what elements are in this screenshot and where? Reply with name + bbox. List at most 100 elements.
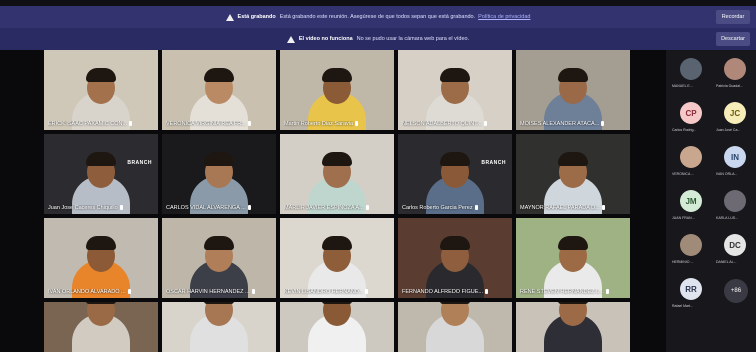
avatar-name: JUAN FRAN... — [672, 216, 695, 220]
video-tile[interactable]: MAYNOR RAFAEL PARADA D... — [516, 134, 630, 214]
video-tile[interactable]: RENE STEVEN HERNANDEZ L... — [516, 218, 630, 298]
participant-hair — [440, 152, 470, 166]
participant-name-label: MARLIR JAVIER ESPINOZA A... — [284, 205, 369, 211]
participant-avatar-item[interactable]: HERMINIO ... — [670, 230, 714, 274]
brand-logo: BRANCH — [127, 160, 152, 166]
video-tile[interactable] — [44, 302, 158, 352]
participant-hair — [86, 152, 116, 166]
video-tile[interactable]: OSCAR HARVIN HERNANDEZ ... — [162, 218, 276, 298]
participant-name-label: Juan Jose Caceres Chiquillo — [48, 205, 123, 211]
participant-name-label: NELSON ADALBERTO QUINT... — [402, 121, 487, 127]
participant-hair — [204, 152, 234, 166]
descartar-button[interactable]: Descartar — [716, 32, 750, 46]
participant-name-label: CARLOS VIDAL ALVARENGA ... — [166, 205, 251, 211]
participant-avatar-item[interactable]: MANUEL E... — [670, 54, 714, 98]
participant-name: KEVIN LISANDRO HERNAND... — [284, 289, 364, 295]
participant-hair — [322, 236, 352, 250]
participant-name-label: ERICK ISAAC PAXAMIC CON... — [48, 121, 133, 127]
video-tile[interactable] — [162, 302, 276, 352]
participant-name-label: Martin Roberto Diaz Saravia — [284, 121, 359, 127]
privacy-policy-link[interactable]: Política de privacidad — [478, 14, 530, 20]
participant-hair — [322, 302, 352, 304]
avatar — [724, 190, 746, 212]
video-tile[interactable]: BRANCH Carlos Roberto Garcia Perez — [398, 134, 512, 214]
microphone-icon — [365, 289, 369, 295]
participant-name: MOISES ALEXANDER ATACA... — [520, 121, 600, 127]
avatar: JC — [724, 102, 746, 124]
participant-avatar-item[interactable]: KARLA LUS... — [714, 186, 756, 230]
participant-name: Carlos Roberto Garcia Perez — [402, 205, 473, 211]
participant-name-label: RENE STEVEN HERNANDEZ L... — [520, 289, 609, 295]
video-grid: ERICK ISAAC PAXAMIC CON... VERONICA VIRGI… — [0, 50, 666, 352]
participant-avatar-item[interactable]: RR Rafael Mart... — [670, 274, 714, 318]
video-tile[interactable] — [398, 302, 512, 352]
microphone-icon — [601, 121, 605, 127]
participant-hair — [558, 68, 588, 82]
video-tile[interactable]: ERICK ISAAC PAXAMIC CON... — [44, 50, 158, 130]
avatar — [680, 146, 702, 168]
participant-hair — [204, 302, 234, 304]
avatar: IN — [724, 146, 746, 168]
participant-hair — [558, 152, 588, 166]
participant-avatar-item[interactable]: JC Juan José Ca... — [714, 98, 756, 142]
video-tile[interactable]: FERNANDO ALFREDO FIGUE... — [398, 218, 512, 298]
microphone-icon — [119, 205, 123, 211]
participant-avatar-item[interactable]: Patricia Guadal... — [714, 54, 756, 98]
video-tile[interactable]: MARLIR JAVIER ESPINOZA A... — [280, 134, 394, 214]
participant-hair — [204, 68, 234, 82]
participant-avatar-item[interactable]: DC DANIEL AL... — [714, 230, 756, 274]
participant-avatar-item[interactable]: CP Carlos Rodrig... — [670, 98, 714, 142]
participant-name: Juan Jose Caceres Chiquillo — [48, 205, 118, 211]
video-tile[interactable]: VERONICA VIRGINIA REA FR... — [162, 50, 276, 130]
video-warning-title: El vídeo no funciona — [298, 36, 353, 42]
video-warning-text: No se pudo usar la cámara web para el ví… — [356, 36, 470, 42]
participant-hair — [558, 236, 588, 250]
participant-hair — [322, 152, 352, 166]
video-tile[interactable] — [516, 302, 630, 352]
avatar: DC — [724, 234, 746, 256]
participants-panel: MANUEL E... Patricia Guadal... CP Carlos Ro… — [666, 50, 756, 352]
participant-name: RENE STEVEN HERNANDEZ L... — [520, 289, 604, 295]
participant-avatar-item[interactable]: JM JUAN FRAN... — [670, 186, 714, 230]
more-participants-button[interactable]: +86 — [724, 279, 748, 303]
microphone-icon — [601, 205, 605, 211]
participant-name: Martin Roberto Diaz Saravia — [284, 121, 354, 127]
participant-name-label: OSCAR HARVIN HERNANDEZ ... — [166, 289, 255, 295]
avatar-name: Juan José Ca... — [716, 128, 741, 132]
participant-name-label: Carlos Roberto Garcia Perez — [402, 205, 478, 211]
participant-name-label: VERONICA VIRGINIA REA FR... — [166, 121, 251, 127]
participant-hair — [322, 68, 352, 82]
video-tile[interactable]: IVAN ORLANDO ALVARADO ... — [44, 218, 158, 298]
video-tile[interactable]: CARLOS VIDAL ALVARENGA ... — [162, 134, 276, 214]
participant-avatar-item[interactable]: VERONICA ... — [670, 142, 714, 186]
microphone-icon — [484, 289, 488, 295]
video-tile[interactable]: MOISES ALEXANDER ATACA... — [516, 50, 630, 130]
avatar: RR — [680, 278, 702, 300]
microphone-icon — [474, 205, 478, 211]
microphone-icon — [247, 121, 251, 127]
participant-hair — [558, 302, 588, 304]
video-tile[interactable]: BRANCH Juan Jose Caceres Chiquillo — [44, 134, 158, 214]
brand-logo: BRANCH — [481, 160, 506, 166]
participant-avatar-item[interactable]: IN IVAN ORLA... — [714, 142, 756, 186]
video-warning-banner: El vídeo no funciona No se pudo usar la … — [0, 28, 756, 50]
participant-name: ERICK ISAAC PAXAMIC CON... — [48, 121, 128, 127]
microphone-icon — [251, 289, 255, 295]
participant-name-label: FERNANDO ALFREDO FIGUE... — [402, 289, 488, 295]
participant-hair — [86, 302, 116, 304]
microphone-icon — [129, 121, 133, 127]
microphone-icon — [247, 205, 251, 211]
recordar-button[interactable]: Recordar — [716, 10, 750, 24]
video-tile[interactable] — [280, 302, 394, 352]
video-tile[interactable]: Martin Roberto Diaz Saravia — [280, 50, 394, 130]
participant-hair — [440, 302, 470, 304]
participant-hair — [440, 236, 470, 250]
avatar-name: IVAN ORLA... — [716, 172, 738, 176]
participant-name: VERONICA VIRGINIA REA FR... — [166, 121, 246, 127]
recording-text: Está grabando este reunión. Asegúrese de… — [279, 14, 476, 20]
video-tile[interactable]: KEVIN LISANDRO HERNAND... — [280, 218, 394, 298]
microphone-icon — [605, 289, 609, 295]
video-tile[interactable]: NELSON ADALBERTO QUINT... — [398, 50, 512, 130]
participant-hair — [204, 236, 234, 250]
participant-hair — [86, 68, 116, 82]
